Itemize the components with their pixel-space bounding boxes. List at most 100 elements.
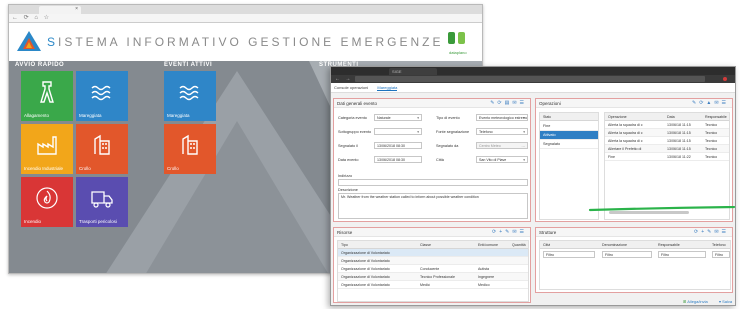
panel-toolbar-icons[interactable]: ✎⟳▲✉☰ bbox=[692, 99, 729, 108]
panel-toolbar-icons[interactable]: ⟳+✎✉☰ bbox=[694, 228, 729, 237]
extension-icon[interactable] bbox=[723, 77, 727, 81]
table-row[interactable]: Organizzazione di Volontariato Tecnico P… bbox=[338, 273, 528, 281]
column-header[interactable]: Telefono bbox=[712, 241, 726, 249]
categoria-label: Categoria evento bbox=[338, 116, 367, 120]
segnalato-da-value: Centro Meteo bbox=[479, 144, 501, 148]
panel-toolbar-icons[interactable]: ⟳+✎✉☰ bbox=[492, 228, 527, 237]
table-row[interactable]: Allertare il Prefetto di 13/06/18 11:15 … bbox=[605, 145, 729, 153]
operations-panel: Operazioni ✎⟳▲✉☰ Stato Fine Attivato Seg… bbox=[535, 98, 733, 222]
column-header[interactable]: Responsabile bbox=[658, 241, 680, 249]
partner-logo-text: dataplano bbox=[449, 50, 467, 55]
list-item[interactable]: Segnalato bbox=[540, 140, 598, 149]
breadcrumb-console[interactable]: Console operazioni bbox=[334, 85, 368, 90]
waves-icon bbox=[91, 85, 111, 101]
column-header[interactable]: Città bbox=[543, 241, 550, 249]
table-cell: Tecnico bbox=[705, 139, 718, 143]
sottogruppo-select[interactable]: ▾ bbox=[374, 128, 422, 135]
table-row[interactable]: Organizzazione di Volontariato Medici Me… bbox=[338, 281, 528, 289]
tipo-label: Tipo di evento bbox=[436, 116, 460, 120]
filter-input-telefono[interactable]: Filtro bbox=[712, 251, 730, 258]
table-row[interactable]: Allerta la squadra di c 13/06/18 11:15 T… bbox=[605, 129, 729, 137]
indirizzo-label: Indirizzo bbox=[338, 174, 353, 178]
column-header[interactable]: Enti/comune bbox=[478, 241, 498, 249]
breadcrumb-mareggiata[interactable]: Mareggiata bbox=[377, 85, 398, 91]
table-row[interactable]: Allerta la squadra di c 13/06/18 11:15 T… bbox=[605, 121, 729, 129]
status-header-label: Stato bbox=[543, 115, 552, 119]
descrizione-textarea[interactable]: Mr. Weather from the weather station cal… bbox=[338, 193, 528, 219]
table-cell: Medico bbox=[478, 283, 490, 287]
table-cell: Autista bbox=[478, 267, 489, 271]
status-list-header: Stato bbox=[540, 113, 598, 121]
filter-input-denominazione[interactable]: Filtro bbox=[602, 251, 652, 258]
segnalato-da-field[interactable]: Centro Meteo… bbox=[476, 142, 528, 149]
address-bar[interactable] bbox=[355, 76, 705, 82]
table-cell: Organizzazione di Volontariato bbox=[341, 251, 390, 255]
indirizzo-field[interactable] bbox=[338, 179, 528, 186]
table-cell: 13/06/18 11:15 bbox=[667, 123, 691, 127]
categoria-select[interactable]: Naturale ▾ bbox=[374, 114, 422, 121]
filter-placeholder: Filtro bbox=[546, 253, 554, 257]
tile-crollo[interactable]: Crollo bbox=[76, 124, 128, 174]
attach-icon: ⊞ bbox=[683, 299, 687, 304]
tile-allagamento[interactable]: Allagamento bbox=[21, 71, 73, 121]
sige-logo-icon bbox=[17, 31, 41, 51]
tile-label: Trasporti pericolosi bbox=[79, 219, 117, 224]
citta-value: San Vito di Piave bbox=[479, 158, 507, 162]
column-header[interactable]: Denominazione bbox=[602, 241, 627, 249]
column-header[interactable]: Responsabile bbox=[705, 113, 727, 121]
attach-button[interactable]: ⊞ Allega/invia bbox=[683, 299, 708, 304]
table-cell: Tecnico Professionale bbox=[420, 275, 455, 279]
filter-input-responsabile[interactable]: Filtro bbox=[658, 251, 706, 258]
table-row[interactable]: Organizzazione di Volontariato bbox=[338, 249, 528, 257]
table-cell: Tecnico bbox=[705, 147, 718, 151]
panel-toolbar-icons[interactable]: ✎⟳▤✉☰ bbox=[490, 99, 527, 108]
fonte-select[interactable]: Telefono ▾ bbox=[476, 128, 528, 135]
tile-mareggiata[interactable]: Mareggiata bbox=[76, 71, 128, 121]
tile-trasporti-pericolosi[interactable]: Trasporti pericolosi bbox=[76, 177, 128, 227]
column-header[interactable]: Tipo bbox=[341, 241, 348, 249]
app-header: SISTEMA INFORMATIVO GESTIONE EMERGENZE d… bbox=[9, 23, 482, 61]
browser-nav-arrows-icon[interactable]: ← → bbox=[335, 76, 352, 82]
table-row[interactable]: Organizzazione di Volontariato bbox=[338, 257, 528, 265]
table-row[interactable]: Fine 13/06/18 11:22 Tecnico bbox=[605, 153, 729, 161]
sottogruppo-label: Sottogruppo evento bbox=[338, 130, 372, 134]
building-icon bbox=[94, 134, 110, 155]
save-button[interactable]: ▾ Salva bbox=[719, 299, 732, 304]
operations-table: Operazione Data Responsabile Allerta la … bbox=[604, 112, 730, 220]
table-row[interactable]: Organizzazione di Volontariato Conducent… bbox=[338, 265, 528, 273]
browser-tab[interactable]: SIGE bbox=[389, 68, 437, 75]
truck-icon bbox=[91, 191, 113, 208]
browser-nav-buttons[interactable]: ← ⟳ ⌂ ☆ bbox=[9, 14, 482, 23]
tile-incendio[interactable]: Incendio bbox=[21, 177, 73, 227]
table-header: Città Denominazione Responsabile Telefon… bbox=[540, 241, 730, 249]
close-tab-icon[interactable]: × bbox=[75, 6, 78, 12]
column-header[interactable]: Quantità bbox=[512, 241, 526, 249]
tile-incendio-industriale[interactable]: Incendio Industriale bbox=[21, 124, 73, 174]
green-annotation-line bbox=[588, 206, 736, 212]
tipo-select[interactable]: Evento meteorologico estremo ▾ bbox=[476, 114, 528, 121]
table-cell: Allerta la squadra di c bbox=[608, 123, 643, 127]
event-tile-mareggiata[interactable]: Mareggiata bbox=[164, 71, 216, 121]
list-item[interactable]: Attivato bbox=[540, 131, 598, 140]
table-cell: Ingegnere bbox=[478, 275, 495, 279]
browser-tab[interactable]: × bbox=[39, 6, 81, 14]
table-row[interactable]: Allerta la squadra di c 13/06/18 11:15 T… bbox=[605, 137, 729, 145]
segnalato-label: Segnalato il bbox=[338, 144, 358, 148]
column-header[interactable]: Classe bbox=[420, 241, 431, 249]
tipo-value: Evento meteorologico estremo bbox=[479, 116, 528, 120]
segnalato-datetime-field[interactable]: 13/06/2018 08:30 bbox=[374, 142, 422, 149]
categoria-value: Naturale bbox=[377, 116, 391, 120]
tile-label: Incendio bbox=[24, 219, 42, 224]
data-evento-value: 13/06/2018 08:30 bbox=[377, 158, 405, 162]
browser-tabstrip: SIGE bbox=[331, 67, 735, 75]
column-header[interactable]: Operazione bbox=[608, 113, 627, 121]
event-tile-crollo[interactable]: Crollo bbox=[164, 124, 216, 174]
list-item[interactable]: Fine bbox=[540, 122, 598, 131]
tile-label: Mareggiata bbox=[167, 113, 190, 118]
column-header[interactable]: Data bbox=[667, 113, 675, 121]
data-evento-field[interactable]: 13/06/2018 08:30 bbox=[374, 156, 422, 163]
attach-label: Allega/invia bbox=[687, 299, 708, 304]
filter-input-citta[interactable]: Filtro bbox=[543, 251, 595, 258]
system-title: SISTEMA INFORMATIVO GESTIONE EMERGENZE bbox=[47, 35, 444, 49]
citta-select[interactable]: San Vito di Piave ▾ bbox=[476, 156, 528, 163]
